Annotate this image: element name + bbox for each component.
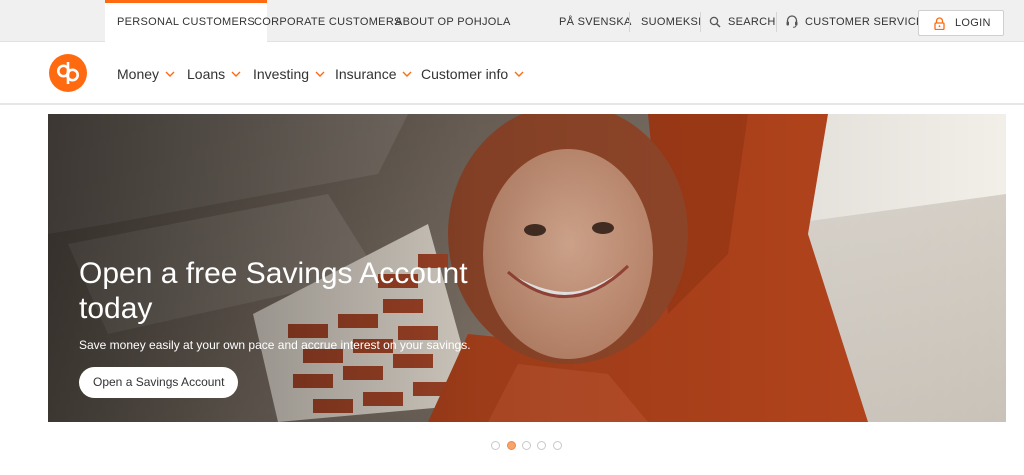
chevron-down-icon	[514, 64, 524, 80]
search-link[interactable]: SEARCH	[728, 0, 776, 42]
tab-about-op-pohjola[interactable]: ABOUT OP POHJOLA	[395, 0, 511, 42]
carousel-dot[interactable]	[491, 441, 500, 450]
nav-item-loans[interactable]: Loans	[187, 64, 241, 82]
carousel-dot-active[interactable]	[507, 441, 516, 450]
customer-service-link[interactable]: CUSTOMER SERVICE	[805, 0, 924, 42]
chevron-down-icon	[231, 64, 241, 80]
chevron-down-icon	[315, 64, 325, 80]
divider	[629, 12, 630, 32]
divider	[776, 12, 777, 32]
nav-item-label: Loans	[187, 66, 226, 82]
carousel-dot[interactable]	[537, 441, 546, 450]
login-label: LOGIN	[955, 17, 991, 29]
top-utility-bar: PERSONAL CUSTOMERS CORPORATE CUSTOMERS A…	[0, 0, 1024, 43]
language-swedish-link[interactable]: PÅ SVENSKA	[559, 0, 632, 42]
main-navigation: Money Loans Investing Insurance Customer…	[0, 42, 1024, 105]
language-finnish-link[interactable]: SUOMEKSI	[641, 0, 701, 42]
hero-banner: Open a free Savings Account today Save m…	[48, 114, 1006, 422]
op-logo[interactable]	[49, 54, 87, 92]
nav-item-customer-info[interactable]: Customer info	[421, 64, 524, 82]
carousel-dot[interactable]	[522, 441, 531, 450]
chevron-down-icon	[165, 64, 175, 80]
headset-icon[interactable]	[785, 14, 799, 33]
nav-item-label: Investing	[253, 66, 310, 82]
chevron-down-icon	[402, 64, 412, 80]
nav-item-label: Money	[117, 66, 160, 82]
hero-subtitle: Save money easily at your own pace and a…	[79, 338, 471, 352]
nav-item-label: Insurance	[335, 66, 397, 82]
lock-icon	[934, 17, 945, 33]
tab-personal-customers[interactable]: PERSONAL CUSTOMERS	[105, 0, 268, 43]
login-button[interactable]: LOGIN	[918, 10, 1004, 36]
search-icon[interactable]	[709, 15, 721, 33]
divider	[700, 12, 701, 32]
open-savings-account-button[interactable]: Open a Savings Account	[79, 367, 239, 398]
nav-item-investing[interactable]: Investing	[253, 64, 325, 82]
hero-title: Open a free Savings Account today	[79, 257, 468, 325]
tab-corporate-customers[interactable]: CORPORATE CUSTOMERS	[254, 0, 402, 42]
nav-item-money[interactable]: Money	[117, 64, 175, 82]
nav-item-label: Customer info	[421, 66, 509, 82]
nav-item-insurance[interactable]: Insurance	[335, 64, 412, 82]
carousel-dot[interactable]	[553, 441, 562, 450]
